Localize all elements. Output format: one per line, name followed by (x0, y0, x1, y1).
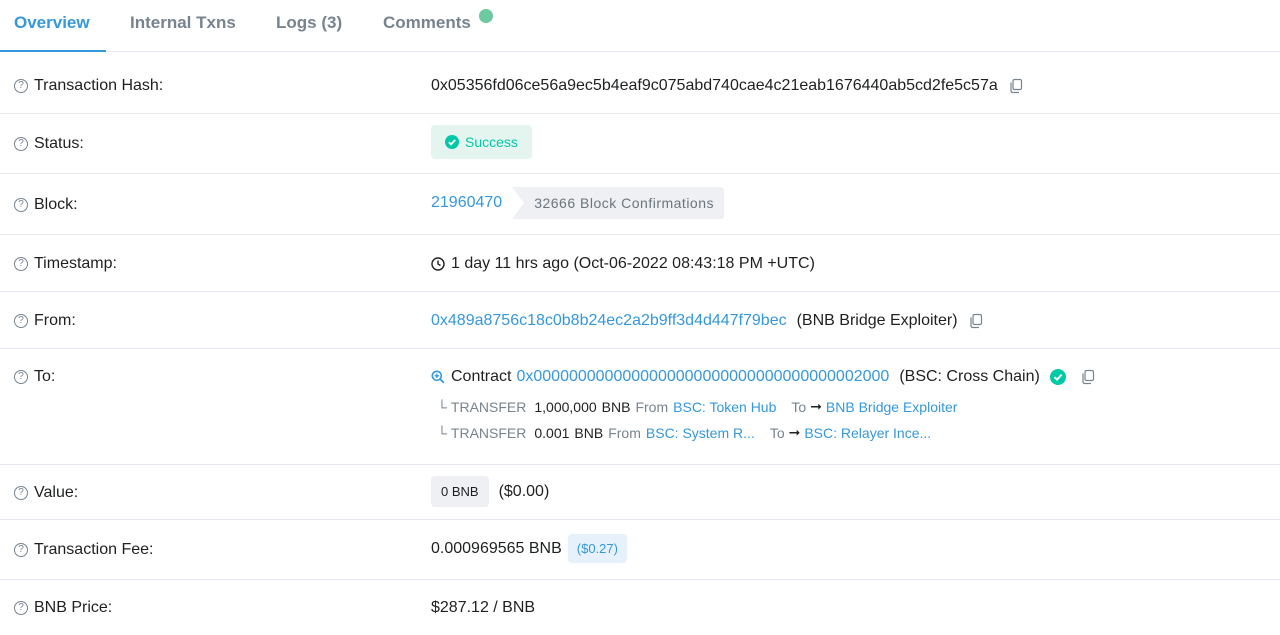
tab-bar: Overview Internal Txns Logs (3) Comments (0, 0, 1280, 52)
to-contract-address-link[interactable]: 0x00000000000000000000000000000000000020… (516, 368, 889, 386)
to-label-text: To: (34, 368, 56, 385)
transfer-tag: TRANSFER (450, 424, 527, 441)
status-label: ? Status: (14, 135, 84, 153)
token-transfer-row: └ TRANSFER 0.001 BNB From BSC: System R.… (437, 424, 931, 441)
block-value: 21960470 32666 Block Confirmations (431, 187, 724, 219)
copy-icon[interactable] (968, 313, 984, 329)
value-value: 0 BNB ($0.00) (431, 476, 549, 507)
bnb-price-text: $287.12 / BNB (431, 599, 536, 616)
row-to: ? To: Contract 0x00000000000000000000000… (0, 349, 1280, 465)
tab-comments-label: Comments (383, 13, 471, 32)
help-icon[interactable]: ? (14, 370, 28, 384)
bnb-price-label-text: BNB Price: (34, 599, 113, 616)
transaction-fee-usd-badge: ($0.27) (567, 534, 627, 563)
transfer-from-label: From (608, 424, 641, 441)
block-label: ? Block: (14, 196, 78, 214)
transfer-to-link[interactable]: BSC: Relayer Ince... (804, 425, 931, 441)
value-label: ? Value: (14, 484, 78, 502)
row-block: ? Block: 21960470 32666 Block Confirmati… (0, 174, 1280, 235)
timestamp-value: 1 day 11 hrs ago (Oct-06-2022 08:43:18 P… (431, 255, 815, 273)
tab-comments[interactable]: Comments (383, 9, 493, 33)
bnb-price-value: $287.12 / BNB (431, 599, 535, 617)
to-contract-prefix: Contract (451, 368, 512, 385)
transaction-fee-value: 0.000969565 BNB ($0.27) (431, 534, 627, 563)
from-address-link[interactable]: 0x489a8756c18c0b8b24ec2a2b9ff3d4d447f79b… (431, 312, 787, 330)
timestamp-text: 1 day 11 hrs ago (Oct-06-2022 08:43:18 P… (451, 255, 815, 272)
transaction-hash-label-text: Transaction Hash: (34, 77, 164, 94)
copy-icon[interactable] (1080, 369, 1096, 385)
timestamp-label: ? Timestamp: (14, 255, 117, 273)
row-bnb-price: ? BNB Price: $287.12 / BNB (0, 580, 1280, 635)
row-from: ? From: 0x489a8756c18c0b8b24ec2a2b9ff3d4… (0, 292, 1280, 349)
transaction-hash-label: ? Transaction Hash: (14, 77, 163, 95)
help-icon[interactable]: ? (14, 486, 28, 500)
status-badge: Success (431, 125, 532, 159)
transfer-tag: TRANSFER (450, 398, 527, 415)
clock-icon (431, 257, 445, 271)
to-label: ? To: (14, 368, 55, 386)
from-value: 0x489a8756c18c0b8b24ec2a2b9ff3d4d447f79b… (431, 312, 984, 330)
tree-branch-icon: └ (437, 398, 447, 415)
block-number-link[interactable]: 21960470 (431, 194, 502, 212)
token-transfer-row: └ TRANSFER 1,000,000 BNB From BSC: Token… (437, 398, 957, 415)
timestamp-label-text: Timestamp: (34, 255, 117, 272)
verified-check-icon (1049, 369, 1066, 385)
row-transaction-fee: ? Transaction Fee: 0.000969565 BNB ($0.2… (0, 520, 1280, 580)
check-circle-icon (445, 135, 459, 149)
transfer-from-link[interactable]: BSC: Token Hub (673, 399, 776, 415)
help-icon[interactable]: ? (14, 198, 28, 212)
block-confirmations-badge: 32666 Block Confirmations (512, 187, 724, 219)
help-icon[interactable]: ? (14, 314, 28, 328)
arrow-right-icon: ➞ (788, 424, 801, 440)
transfer-from-link[interactable]: BSC: System R... (646, 425, 755, 441)
arrow-right-icon: ➞ (810, 398, 822, 414)
help-icon[interactable]: ? (14, 543, 28, 557)
tree-branch-icon: └ (437, 424, 447, 441)
value-amount-badge: 0 BNB (431, 476, 489, 507)
help-icon[interactable]: ? (14, 137, 28, 151)
transaction-fee-label-text: Transaction Fee: (34, 541, 154, 558)
value-usd: ($0.00) (498, 482, 550, 500)
copy-icon[interactable] (1008, 78, 1024, 94)
tab-logs[interactable]: Logs (3) (276, 13, 342, 33)
status-badge-text: Success (465, 134, 518, 150)
zoom-in-icon (431, 370, 445, 384)
help-icon[interactable]: ? (14, 79, 28, 93)
transaction-hash-text: 0x05356fd06ce56a9ec5b4eaf9c075abd740cae4… (431, 77, 998, 94)
row-value: ? Value: 0 BNB ($0.00) (0, 465, 1280, 520)
transfer-to-label: To (791, 398, 807, 415)
transfer-from-label: From (635, 398, 669, 415)
transfer-to-label: To (769, 424, 785, 441)
transaction-fee-label: ? Transaction Fee: (14, 541, 153, 559)
tab-internal-txns[interactable]: Internal Txns (130, 13, 236, 33)
from-label-text: From: (34, 312, 76, 329)
status-label-text: Status: (34, 135, 84, 152)
block-label-text: Block: (34, 196, 78, 213)
transfer-amount: 1,000,000 (534, 398, 597, 415)
help-icon[interactable]: ? (14, 257, 28, 271)
transfer-token: BNB (574, 424, 604, 441)
transfer-to-link[interactable]: BNB Bridge Exploiter (826, 399, 958, 415)
transfer-token: BNB (601, 398, 631, 415)
bnb-price-label: ? BNB Price: (14, 599, 112, 617)
row-transaction-hash: ? Transaction Hash: 0x05356fd06ce56a9ec5… (0, 52, 1280, 114)
value-label-text: Value: (34, 484, 79, 501)
transaction-hash-value: 0x05356fd06ce56a9ec5b4eaf9c075abd740cae4… (431, 77, 1024, 95)
from-address-name: (BNB Bridge Exploiter) (796, 312, 958, 329)
row-status: ? Status: Success (0, 114, 1280, 174)
to-contract-name: (BSC: Cross Chain) (899, 368, 1040, 385)
help-icon[interactable]: ? (14, 601, 28, 615)
from-label: ? From: (14, 312, 76, 330)
status-value: Success (431, 125, 532, 159)
transfer-amount: 0.001 (534, 424, 570, 441)
to-value: Contract 0x00000000000000000000000000000… (431, 368, 1096, 386)
tab-overview[interactable]: Overview (14, 13, 90, 33)
comments-notification-dot (478, 9, 493, 23)
transaction-fee-amount: 0.000969565 BNB (431, 539, 562, 557)
row-timestamp: ? Timestamp: 1 day 11 hrs ago (Oct-06-20… (0, 235, 1280, 292)
